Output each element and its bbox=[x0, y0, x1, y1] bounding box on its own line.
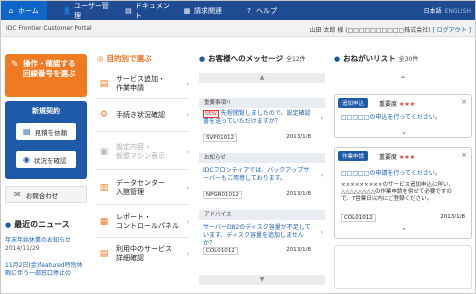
expand-chevron-icon[interactable]: ⌄ bbox=[335, 128, 473, 136]
favorite-type-tag: 追加申込 bbox=[338, 98, 369, 108]
tab-billing[interactable]: ▦ 請求関連 bbox=[177, 1, 231, 20]
favorite-card[interactable]: 追加申込 重要度 ★★★ × □□□□□の申込を行ってください。 ⌄ bbox=[334, 94, 472, 138]
message-category: 重要事項!! bbox=[199, 98, 325, 108]
target-icon: ◎ bbox=[97, 54, 104, 63]
favorites-heading: ● おねがいリスト 全30件 bbox=[334, 54, 419, 63]
purpose-settings-check: ▣ 設定内容・ 仮想マシン表示 › bbox=[97, 143, 189, 161]
lang-ja[interactable]: 日本語 bbox=[424, 8, 442, 15]
caret-up-icon: ▲ bbox=[259, 74, 265, 81]
divider bbox=[97, 98, 189, 99]
favorite-card[interactable] bbox=[334, 245, 472, 289]
message-meta: COL01012 2013/1/8 bbox=[199, 247, 325, 255]
service-add-icon: ▤ bbox=[99, 78, 109, 89]
datacenter-icon: ▥ bbox=[99, 182, 109, 193]
chevron-right-icon: › bbox=[320, 115, 323, 122]
favorite-id: COL01012 bbox=[341, 214, 376, 222]
favorite-card[interactable]: 作業申請 重要度 ★★★ × □□□□□の申請を行ってください。 ×××××××… bbox=[334, 147, 472, 239]
message-link[interactable]: IDCフロンティアでは、バックアップサーバーもご用意しております。 › bbox=[199, 167, 325, 183]
purpose-heading: ◎ 目的別で選ぶ bbox=[97, 54, 152, 63]
favorite-type-tag: 作業申請 bbox=[338, 151, 369, 161]
star-rating: ★★★ bbox=[398, 154, 416, 161]
purpose-service-details[interactable]: ▤ 利用中のサービス 詳細確認 › bbox=[97, 245, 189, 263]
collapse-chevron-icon[interactable]: ⌃ bbox=[335, 227, 473, 235]
new-badge: NEW bbox=[203, 110, 219, 118]
message-category: アドバイス bbox=[199, 210, 325, 220]
messages-scroll-up[interactable]: ▲ bbox=[199, 73, 325, 83]
messages-scroll-down[interactable]: ▼ bbox=[199, 275, 325, 285]
sub-header: IDC Frontier Customer Portal 山田 太郎 様 (□□… bbox=[1, 20, 475, 37]
divider bbox=[97, 169, 189, 170]
app-frame: ⌂ ホーム 👤 ユーザー管理 ▤ ドキュメント ▦ 請求関連 ? ヘルプ 日本語 ENGLI… bbox=[0, 0, 476, 294]
messages-heading: ● お客様へのメッセージ 全12件 bbox=[199, 54, 306, 63]
message-link[interactable]: サーバーD82のディスク容量が不足しています。ディスク容量を追加しませんか？ › bbox=[199, 224, 325, 248]
message-meta: SVP01012 2013/1/8 bbox=[199, 134, 325, 142]
mail-icon: ✉ bbox=[14, 190, 21, 199]
star-rating: ★★★ bbox=[398, 101, 416, 108]
chevron-right-icon: › bbox=[186, 147, 189, 156]
message-link[interactable]: NEW 先程閲覧しましたので、設定確認書を送っていただけますか？ › bbox=[199, 110, 325, 126]
top-nav: ⌂ ホーム 👤 ユーザー管理 ▤ ドキュメント ▦ 請求関連 ? ヘルプ 日本語 ENGLI… bbox=[1, 1, 475, 20]
news-item[interactable]: 11月2日(金)featured特別休 暇に伴う一部窓口停止の bbox=[5, 262, 91, 278]
purpose-procedure-status[interactable]: ⚙ 手続き状況確認 › bbox=[97, 111, 189, 120]
purpose-service-add[interactable]: ▤ サービス追加・ 作業申請 › bbox=[97, 75, 189, 93]
favorite-date: 2013/1/8 bbox=[440, 214, 465, 220]
message-category: お知らせ bbox=[199, 153, 325, 163]
news-item[interactable]: 年末年始休業のお知らせ 2014/11/29 bbox=[5, 237, 91, 253]
chevron-right-icon: › bbox=[186, 217, 189, 226]
purpose-datacenter-entry[interactable]: ▥ データセンター 入館管理 › bbox=[97, 179, 189, 197]
procedure-icon: ⚙ bbox=[99, 110, 109, 120]
chevron-right-icon: › bbox=[186, 111, 189, 119]
logout-link[interactable]: [ ログアウト ] bbox=[433, 27, 472, 34]
chevron-right-icon: › bbox=[186, 183, 189, 192]
quote-request-button[interactable]: ▤ 見積を依頼 bbox=[16, 123, 76, 140]
help-icon: ? bbox=[247, 6, 251, 15]
status-check-button[interactable]: ◉ 状況を確認 bbox=[16, 151, 76, 168]
report-icon: ▦ bbox=[99, 216, 109, 227]
invoice-icon: ▦ bbox=[183, 6, 191, 15]
tab-user-management[interactable]: 👤 ユーザー管理 bbox=[57, 1, 113, 20]
favorites-scroll-up[interactable]: ⌃ bbox=[334, 73, 472, 85]
bullet-icon: ● bbox=[199, 54, 206, 63]
eye-icon: ◉ bbox=[23, 155, 30, 164]
message-meta: NPGR01012 2013/1/8 bbox=[199, 191, 325, 199]
tab-help[interactable]: ? ヘルプ bbox=[239, 1, 279, 20]
tab-documents[interactable]: ▤ ドキュメント bbox=[119, 1, 171, 20]
chevron-up-icon: ⌃ bbox=[399, 74, 407, 84]
chevron-right-icon: › bbox=[320, 172, 323, 179]
chevron-right-icon: › bbox=[186, 249, 189, 258]
news-heading: ● 最近のニュース bbox=[5, 220, 70, 229]
purpose-report-panel[interactable]: ▦ レポート・ コントロールパネル › bbox=[97, 213, 189, 231]
pencil-icon: ✎ bbox=[11, 60, 19, 70]
close-icon[interactable]: × bbox=[461, 151, 467, 159]
lang-en[interactable]: ENGLISH bbox=[445, 8, 471, 15]
divider bbox=[97, 237, 189, 238]
language-switch: 日本語 ENGLISH bbox=[424, 6, 471, 15]
document-icon: ▤ bbox=[125, 6, 132, 15]
bullet-icon: ● bbox=[334, 54, 341, 63]
close-icon[interactable]: × bbox=[461, 98, 467, 106]
chevron-right-icon: › bbox=[320, 229, 323, 236]
portal-title: IDC Frontier Customer Portal bbox=[6, 25, 92, 32]
divider bbox=[97, 204, 189, 205]
chevron-right-icon: › bbox=[186, 79, 189, 88]
user-icon: 👤 bbox=[62, 6, 72, 15]
bullet-icon: ● bbox=[5, 220, 12, 229]
favorite-body: ×××××××××のサービス追加申込に伴い、△△△△△△△△の作業申請を併せて必… bbox=[341, 182, 454, 202]
new-contract-panel: 新規契約 ▤ 見積を依頼 ◉ 状況を確認 bbox=[5, 101, 87, 179]
service-details-icon: ▤ bbox=[99, 248, 109, 259]
home-icon: ⌂ bbox=[8, 6, 14, 15]
importance: 重要度 ★★★ bbox=[379, 154, 416, 161]
importance: 重要度 ★★★ bbox=[379, 101, 416, 108]
user-info: 山田 太郎 様 (□□□□□□□□□□株式会社) [ ログアウト ] bbox=[309, 27, 472, 34]
settings-check-icon: ▣ bbox=[99, 146, 109, 157]
divider bbox=[97, 131, 189, 132]
tab-home[interactable]: ⌂ ホーム bbox=[1, 1, 47, 20]
caret-down-icon: ▼ bbox=[259, 276, 265, 283]
favorite-title: □□□□□の申請を行ってください。 bbox=[341, 170, 441, 177]
new-contract-heading: 新規契約 bbox=[32, 107, 60, 115]
favorite-title: □□□□□の申込を行ってください。 bbox=[341, 114, 441, 121]
quote-icon: ▤ bbox=[23, 127, 31, 136]
register-button[interactable]: ✎ 操作・確認する 回線番号を選ぶ bbox=[5, 54, 87, 97]
contact-button[interactable]: ✉ お問合わせ bbox=[5, 186, 87, 203]
